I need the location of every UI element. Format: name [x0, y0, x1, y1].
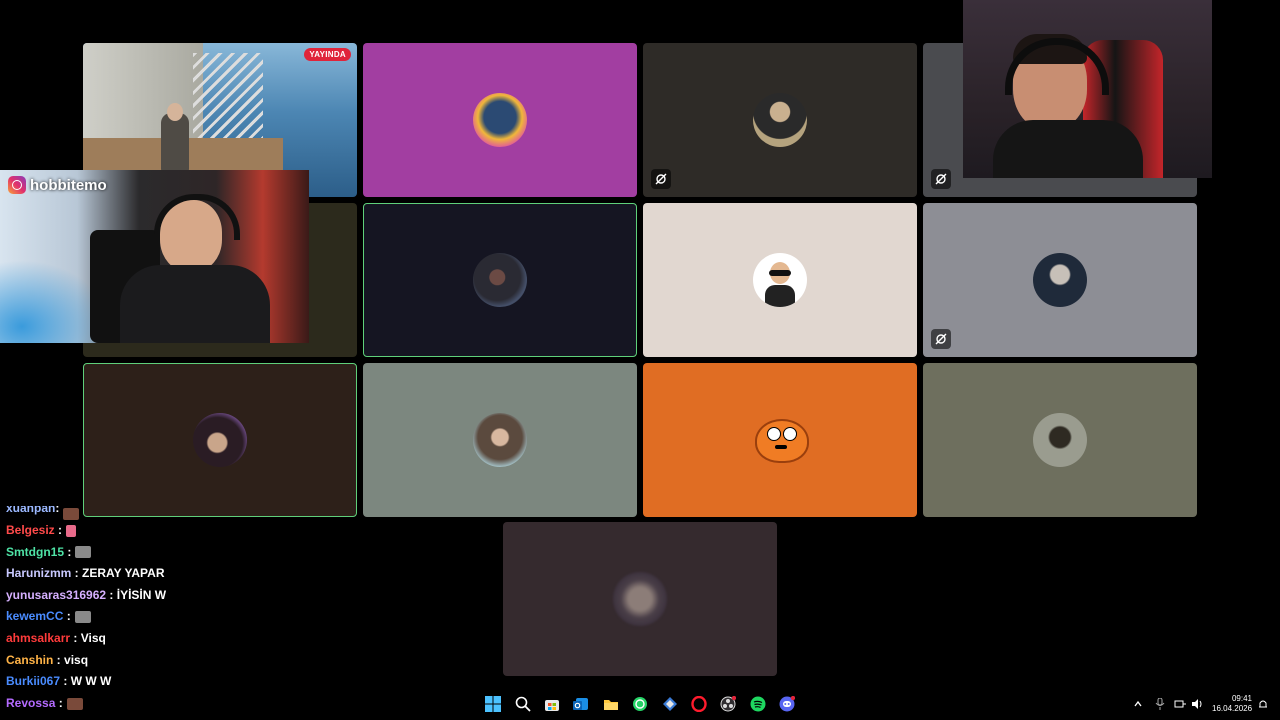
participant-tile[interactable] [643, 43, 917, 197]
participant-tile[interactable] [923, 363, 1197, 517]
chat-overlay: xuanpan : Belgesiz : Smtdgn15 : Harunizm… [6, 506, 306, 714]
chat-username: Revossa [6, 695, 56, 710]
streamer-webcam: hobbitemo [0, 170, 309, 343]
instagram-handle: hobbitemo [30, 176, 107, 194]
emote-icon [75, 546, 92, 559]
chat-text: ZERAY YAPAR [82, 566, 165, 581]
avatar [473, 253, 527, 307]
fish-eye-right [783, 427, 797, 441]
avatar [193, 413, 247, 467]
chat-message: Smtdgn15 : [6, 542, 306, 564]
obs-icon[interactable] [718, 694, 738, 714]
avatar [473, 93, 527, 147]
search-icon[interactable] [513, 694, 533, 714]
chat-message: Harunizmm : ZERAY YAPAR [6, 563, 306, 585]
camera-off-icon [651, 169, 671, 189]
character-head [167, 103, 183, 121]
chat-username: Harunizmm [6, 566, 72, 581]
participant-tile-speaking[interactable] [83, 363, 357, 517]
notification-icon[interactable] [1256, 697, 1270, 711]
chat-message: Belgesiz : [6, 520, 306, 542]
chat-message: ahmsalkarr : Visq [6, 628, 306, 650]
chat-message: Burkii067 : W W W [6, 671, 306, 693]
microphone-icon[interactable] [1153, 697, 1167, 711]
participant-tile[interactable] [503, 522, 777, 676]
suit [765, 285, 795, 307]
emote-icon [74, 611, 91, 624]
chat-text: İYİSİN W [116, 587, 167, 602]
network-app-icon[interactable] [660, 694, 680, 714]
chat-text: visq [64, 652, 89, 667]
participant-tile[interactable] [643, 363, 917, 517]
volume-icon[interactable] [1190, 697, 1204, 711]
avatar [473, 413, 527, 467]
emote-icon [66, 524, 77, 537]
chat-username: Burkii067 [6, 674, 61, 689]
chat-text: Visq [80, 630, 106, 645]
chevron-up-icon[interactable] [1131, 697, 1145, 711]
windows-start-icon[interactable] [483, 694, 503, 714]
game-character [161, 113, 189, 173]
file-explorer-icon[interactable] [601, 694, 621, 714]
avatar [753, 93, 807, 147]
participant-tile[interactable] [363, 363, 637, 517]
chat-message: yunusaras316962 : İYİSİN W [6, 585, 306, 607]
camera-off-icon [931, 169, 951, 189]
chat-message: Canshin : visq [6, 650, 306, 672]
chat-message: xuanpan : [6, 506, 306, 520]
orange-fish-avatar [755, 419, 809, 463]
outlook-icon[interactable] [571, 694, 591, 714]
chat-username: kewemCC [6, 609, 64, 624]
chat-username: Belgesiz [6, 523, 55, 537]
chat-username: yunusaras316962 [6, 587, 107, 602]
avatar [1033, 253, 1087, 307]
instagram-icon [8, 176, 26, 194]
chat-username: ahmsalkarr [6, 630, 71, 645]
participant-tile[interactable] [643, 203, 917, 357]
headphones [154, 194, 240, 240]
emote-icon [63, 508, 80, 520]
emote-icon [66, 697, 83, 710]
sunglasses [769, 270, 791, 276]
avatar [753, 253, 807, 307]
chat-message: kewemCC : [6, 606, 306, 628]
clock-time: 09:41 [1231, 694, 1252, 703]
network-icon[interactable] [1173, 697, 1187, 711]
clock-date: 16.04.2026 [1212, 704, 1253, 713]
participant-tile[interactable] [923, 203, 1197, 357]
chat-text: W W W [70, 674, 112, 689]
spotify-icon[interactable] [748, 694, 768, 714]
discord-icon[interactable] [777, 694, 797, 714]
system-clock[interactable]: 09:41 16.04.2026 [1212, 694, 1252, 714]
chat-message: Revossa : [6, 693, 306, 715]
store-icon[interactable] [542, 694, 562, 714]
instagram-tag: hobbitemo [8, 176, 107, 194]
camera-off-icon [931, 329, 951, 349]
avatar [1033, 413, 1087, 467]
chat-username: Canshin [6, 652, 54, 667]
chat-username: Smtdgn15 [6, 544, 65, 559]
avatar [613, 572, 667, 626]
guest-body [993, 120, 1143, 178]
participant-tile[interactable] [363, 43, 637, 197]
chat-username: xuanpan [6, 506, 56, 516]
streamer-body [120, 265, 270, 343]
guest-webcam [963, 0, 1212, 178]
live-badge: YAYINDA [304, 48, 351, 61]
participant-tile-speaking[interactable] [363, 203, 637, 357]
opera-icon[interactable] [689, 694, 709, 714]
fish-eye-left [767, 427, 781, 441]
fish-mouth [775, 445, 787, 449]
whatsapp-icon[interactable] [630, 694, 650, 714]
